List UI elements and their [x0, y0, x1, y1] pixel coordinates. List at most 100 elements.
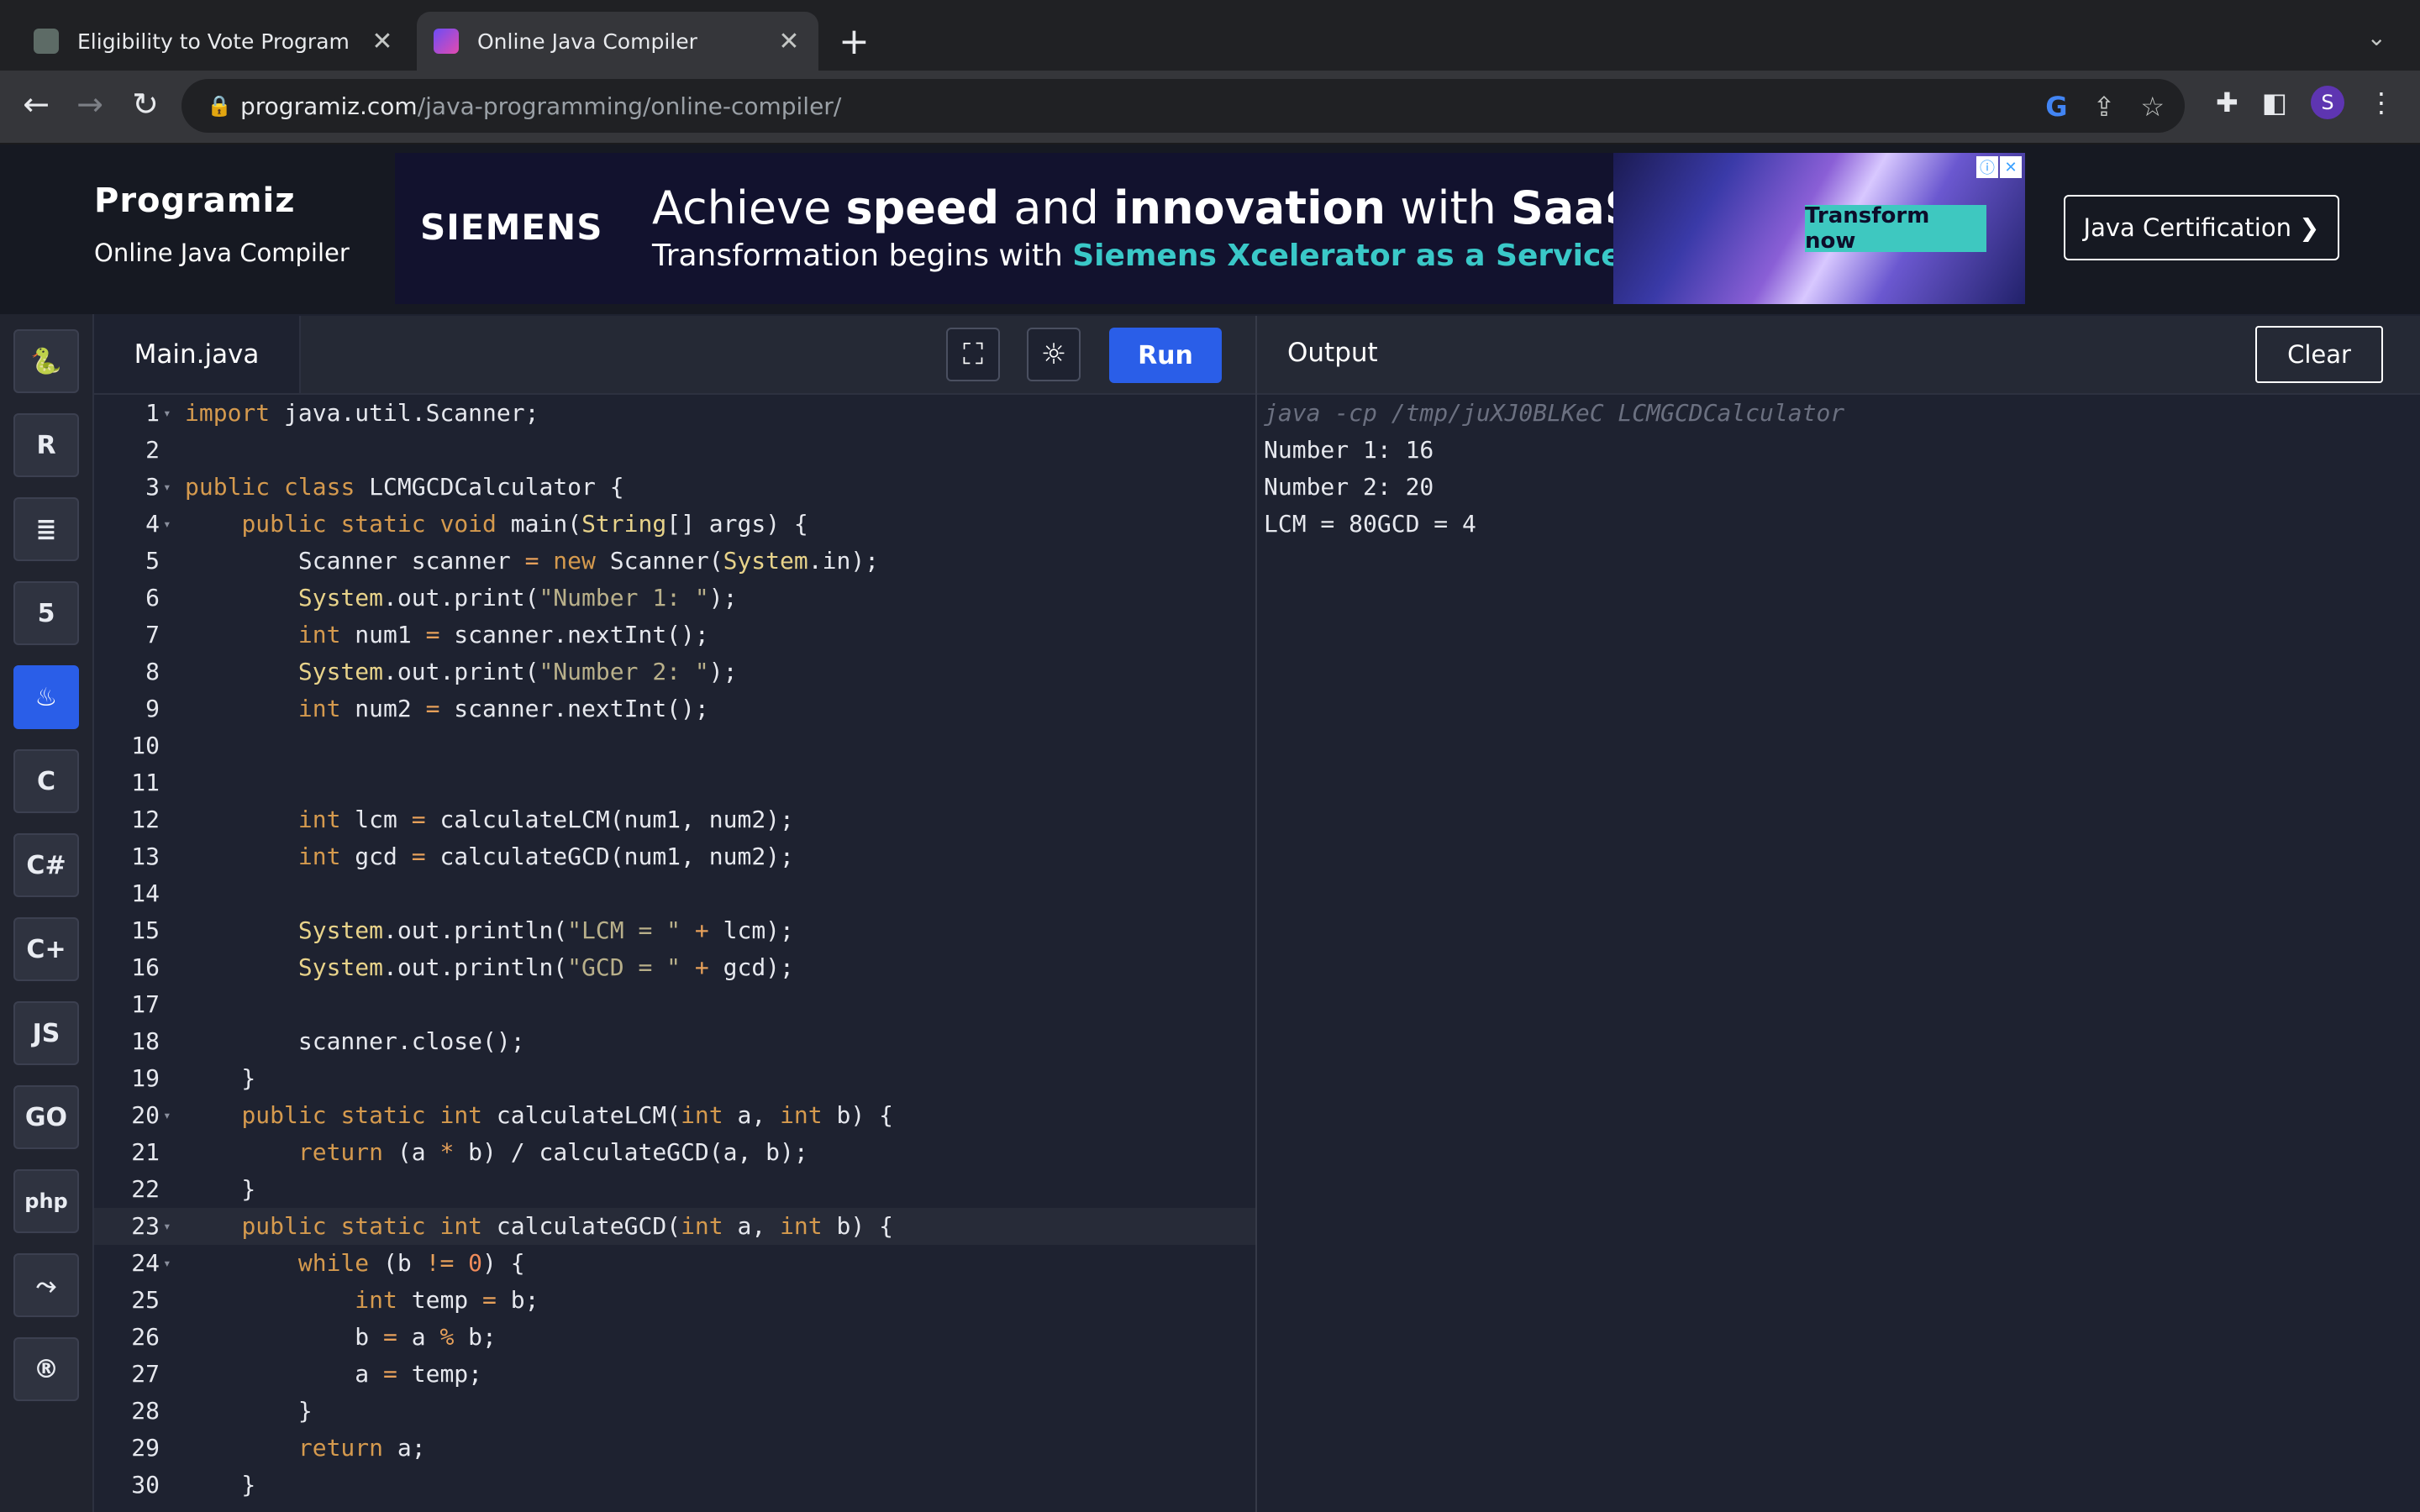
- fullscreen-icon[interactable]: ⛶: [946, 328, 1000, 381]
- c-icon[interactable]: C: [13, 749, 79, 813]
- go-icon[interactable]: GO: [13, 1085, 79, 1149]
- code-line[interactable]: 21 return (a * b) / calculateGCD(a, b);: [94, 1134, 1255, 1171]
- code-text: }: [185, 1064, 256, 1092]
- code-text: System.out.print("Number 2: ");: [297, 658, 738, 685]
- browser-tab-online-java-compiler[interactable]: Online Java Compiler ✕: [417, 12, 818, 71]
- fold-arrow-icon[interactable]: ▾: [163, 1245, 171, 1282]
- java-icon[interactable]: ♨: [13, 665, 79, 729]
- r-icon[interactable]: R: [13, 413, 79, 477]
- fold-arrow-icon[interactable]: ▾: [163, 1097, 171, 1134]
- code-text: import java.util.Scanner;: [185, 399, 539, 427]
- browser-tabstrip: Eligibility to Vote Program ✕ Online Jav…: [0, 0, 2420, 71]
- code-line[interactable]: 6 System.out.print("Number 1: ");: [94, 580, 1255, 617]
- line-number: 18: [131, 1027, 160, 1055]
- line-number: 3: [145, 473, 160, 501]
- code-line[interactable]: 15 System.out.println("LCM = " + lcm);: [94, 912, 1255, 949]
- ad-transform-now-button[interactable]: Transform now: [1805, 203, 1986, 254]
- code-line[interactable]: 2: [94, 432, 1255, 469]
- code-line[interactable]: 8 System.out.print("Number 2: ");: [94, 654, 1255, 690]
- close-tab-icon[interactable]: ✕: [370, 27, 395, 56]
- back-arrow-icon[interactable]: ←: [15, 86, 57, 123]
- sql-icon[interactable]: ≣: [13, 497, 79, 561]
- side-panel-icon[interactable]: ◧: [2262, 87, 2287, 118]
- ad-brand: SIEMENS: [420, 207, 603, 248]
- siemens-ad-banner[interactable]: SIEMENS Achieve speed and innovation wit…: [395, 153, 2025, 304]
- code-line[interactable]: 14: [94, 875, 1255, 912]
- share-icon[interactable]: ⇪: [2093, 91, 2116, 123]
- browser-menu-icon[interactable]: ⋮: [2368, 87, 2395, 118]
- close-tab-icon[interactable]: ✕: [776, 27, 802, 56]
- code-line[interactable]: 24 ▾ while (b != 0) {: [94, 1245, 1255, 1282]
- programiz-logo[interactable]: Programiz: [94, 181, 296, 220]
- code-text: public class LCMGCDCalculator {: [185, 473, 624, 501]
- code-line[interactable]: 25 int temp = b;: [94, 1282, 1255, 1319]
- browser-tab-eligibility[interactable]: Eligibility to Vote Program ✕: [17, 12, 412, 71]
- code-line[interactable]: 11: [94, 764, 1255, 801]
- tab-search-chevron-icon[interactable]: ⌄: [2367, 24, 2386, 51]
- reload-icon[interactable]: ↻: [124, 86, 166, 123]
- fold-arrow-icon[interactable]: ▾: [163, 469, 171, 506]
- code-line[interactable]: 30 }: [94, 1467, 1255, 1504]
- code-line[interactable]: 1 ▾ import java.util.Scanner;: [94, 395, 1255, 432]
- rust-icon[interactable]: ®: [13, 1337, 79, 1401]
- code-line[interactable]: 29 return a;: [94, 1430, 1255, 1467]
- swift-icon[interactable]: ⤳: [13, 1253, 79, 1317]
- bookmark-star-icon[interactable]: ☆: [2140, 91, 2165, 123]
- code-text: a = temp;: [185, 1360, 483, 1388]
- javascript-icon[interactable]: JS: [13, 1001, 79, 1065]
- csharp-icon[interactable]: C#: [13, 833, 79, 897]
- ad-info-icon[interactable]: ⓘ: [1976, 156, 1998, 178]
- code-line[interactable]: 9 int num2 = scanner.nextInt();: [94, 690, 1255, 727]
- code-line[interactable]: 28 }: [94, 1393, 1255, 1430]
- fold-arrow-icon[interactable]: ▾: [163, 1208, 171, 1245]
- clear-button[interactable]: Clear: [2255, 326, 2383, 383]
- code-line[interactable]: 26 b = a % b;: [94, 1319, 1255, 1356]
- ad-close-icon[interactable]: ✕: [2000, 156, 2022, 178]
- run-button[interactable]: Run: [1109, 328, 1222, 383]
- java-certification-button[interactable]: Java Certification ❯: [2064, 195, 2339, 260]
- php-icon[interactable]: php: [13, 1169, 79, 1233]
- line-number: 8: [145, 658, 160, 685]
- code-line[interactable]: 18 scanner.close();: [94, 1023, 1255, 1060]
- address-bar[interactable]: 🔒 programiz.com/java-programming/online-…: [182, 79, 2185, 133]
- file-tab-main-java[interactable]: Main.java: [94, 316, 301, 393]
- code-line[interactable]: 17: [94, 986, 1255, 1023]
- fold-arrow-icon[interactable]: ▾: [163, 506, 171, 543]
- extensions-puzzle-icon[interactable]: ✚: [2216, 87, 2238, 118]
- output-console[interactable]: java -cp /tmp/juXJ0BLKeC LCMGCDCalculato…: [1257, 395, 2420, 1512]
- tab-title: Eligibility to Vote Program: [77, 29, 350, 54]
- code-line[interactable]: 13 int gcd = calculateGCD(num1, num2);: [94, 838, 1255, 875]
- fold-arrow-icon[interactable]: ▾: [163, 395, 171, 432]
- profile-avatar[interactable]: S: [2311, 86, 2344, 119]
- sun-icon[interactable]: ☼: [1027, 328, 1081, 381]
- code-line[interactable]: 3 ▾ public class LCMGCDCalculator {: [94, 469, 1255, 506]
- code-line[interactable]: 10: [94, 727, 1255, 764]
- line-number: 26: [131, 1323, 160, 1351]
- forward-arrow-icon[interactable]: →: [69, 86, 111, 123]
- google-icon[interactable]: G: [2045, 91, 2067, 123]
- code-line[interactable]: 27 a = temp;: [94, 1356, 1255, 1393]
- line-number: 4: [145, 510, 160, 538]
- line-number: 12: [131, 806, 160, 833]
- code-line[interactable]: 7 int num1 = scanner.nextInt();: [94, 617, 1255, 654]
- code-line[interactable]: 5 Scanner scanner = new Scanner(System.i…: [94, 543, 1255, 580]
- code-line[interactable]: 12 int lcm = calculateLCM(num1, num2);: [94, 801, 1255, 838]
- code-text: b = a % b;: [185, 1323, 497, 1351]
- code-line[interactable]: 4 ▾ public static void main(String[] args…: [94, 506, 1255, 543]
- code-line[interactable]: 16 System.out.println("GCD = " + gcd);: [94, 949, 1255, 986]
- output-header: Output Clear: [1257, 316, 2420, 395]
- cpp-icon[interactable]: C+: [13, 917, 79, 981]
- code-line[interactable]: 23 ▾ public static int calculateGCD(int a…: [94, 1208, 1255, 1245]
- output-line: Number 2: 20: [1264, 473, 1434, 501]
- html-icon[interactable]: 5: [13, 581, 79, 645]
- new-tab-plus-icon[interactable]: +: [839, 20, 870, 63]
- line-number: 5: [145, 547, 160, 575]
- line-number: 23: [131, 1212, 160, 1240]
- code-editor[interactable]: 1 ▾ import java.util.Scanner; 2 3 ▾ public cla…: [94, 395, 1255, 1512]
- code-line[interactable]: 19 }: [94, 1060, 1255, 1097]
- code-line[interactable]: 20 ▾ public static int calculateLCM(int a…: [94, 1097, 1255, 1134]
- line-number: 27: [131, 1360, 160, 1388]
- code-line[interactable]: 22 }: [94, 1171, 1255, 1208]
- code-text: System.out.print("Number 1: ");: [297, 584, 738, 612]
- python-icon[interactable]: 🐍: [13, 329, 79, 393]
